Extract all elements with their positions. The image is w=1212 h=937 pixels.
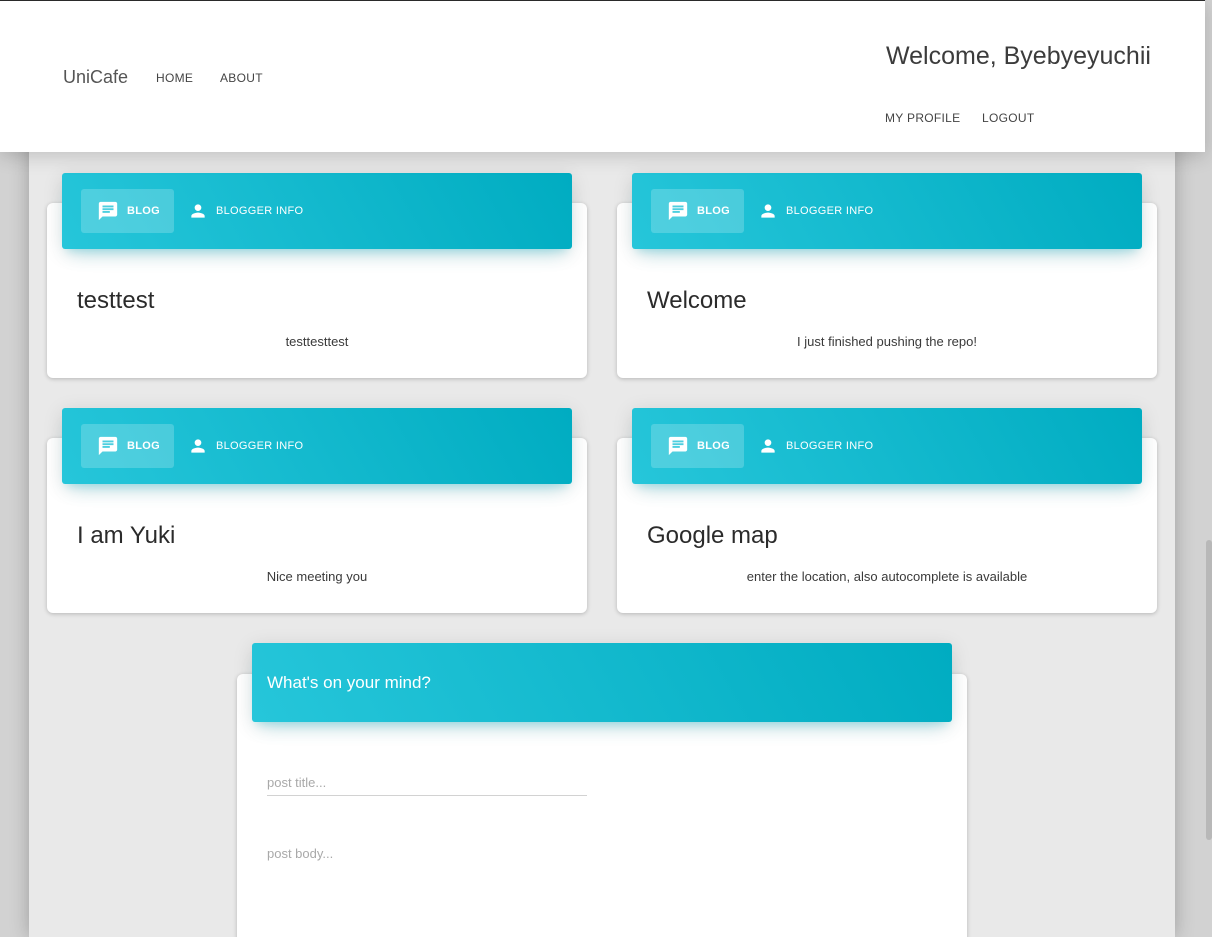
blog-card-header: BLOG BLOGGER INFO — [632, 408, 1142, 484]
tab-blogger-info-label: BLOGGER INFO — [786, 440, 874, 452]
welcome-message: Welcome, Byebyeyuchii — [886, 42, 1151, 70]
blog-title: testtest — [77, 287, 155, 314]
person-icon — [761, 439, 775, 453]
blog-card: BLOG BLOGGER INFO Google map enter the l… — [617, 408, 1157, 613]
tab-blog-label: BLOG — [697, 205, 730, 217]
nav-link-my-profile[interactable]: MY PROFILE — [885, 111, 960, 125]
blog-card-header: BLOG BLOGGER INFO — [62, 408, 572, 484]
person-icon — [191, 204, 205, 218]
nav-link-logout[interactable]: LOGOUT — [982, 111, 1034, 125]
blog-body: I just finished pushing the repo! — [797, 334, 977, 349]
person-icon — [191, 439, 205, 453]
navbar: UniCafe HOME ABOUT Welcome, Byebyeyuchii… — [0, 0, 1205, 152]
blog-body: testtesttest — [285, 334, 349, 349]
tab-blogger-info-label: BLOGGER INFO — [786, 205, 874, 217]
tab-blog[interactable]: BLOG — [651, 424, 744, 468]
blog-title: Welcome — [647, 287, 747, 314]
tab-blogger-info[interactable]: BLOGGER INFO — [172, 189, 317, 233]
new-post-card: What's on your mind? — [237, 643, 967, 937]
blog-card: BLOG BLOGGER INFO testtest testtesttest — [47, 173, 587, 378]
blog-card-header: BLOG BLOGGER INFO — [62, 173, 572, 249]
new-post-header: What's on your mind? — [252, 643, 952, 722]
post-body-input[interactable] — [267, 846, 937, 936]
tab-blog[interactable]: BLOG — [651, 189, 744, 233]
nav-link-about[interactable]: ABOUT — [220, 71, 263, 85]
blog-title: I am Yuki — [77, 522, 176, 549]
person-icon — [761, 204, 775, 218]
tab-blog[interactable]: BLOG — [81, 189, 174, 233]
tab-blogger-info-label: BLOGGER INFO — [216, 205, 304, 217]
chat-icon — [668, 201, 688, 221]
blog-title: Google map — [647, 522, 778, 549]
brand-logo[interactable]: UniCafe — [63, 67, 128, 88]
tab-blogger-info[interactable]: BLOGGER INFO — [172, 424, 317, 468]
blog-body: Nice meeting you — [266, 569, 368, 584]
blog-card-header: BLOG BLOGGER INFO — [632, 173, 1142, 249]
tab-blog-label: BLOG — [127, 440, 160, 452]
nav-link-home[interactable]: HOME — [156, 71, 193, 85]
tab-blogger-info[interactable]: BLOGGER INFO — [742, 424, 887, 468]
tab-blog-label: BLOG — [127, 205, 160, 217]
tab-blog-label: BLOG — [697, 440, 730, 452]
post-title-input[interactable] — [267, 770, 587, 796]
new-post-heading: What's on your mind? — [267, 673, 431, 692]
blog-body: enter the location, also autocomplete is… — [746, 569, 1028, 584]
chat-icon — [668, 436, 688, 456]
tab-blog[interactable]: BLOG — [81, 424, 174, 468]
blog-card: BLOG BLOGGER INFO I am Yuki Nice meeting… — [47, 408, 587, 613]
blog-card: BLOG BLOGGER INFO Welcome I just finishe… — [617, 173, 1157, 378]
tab-blogger-info[interactable]: BLOGGER INFO — [742, 189, 887, 233]
chat-icon — [98, 436, 118, 456]
scrollbar-thumb[interactable] — [1206, 540, 1212, 840]
tab-blogger-info-label: BLOGGER INFO — [216, 440, 304, 452]
chat-icon — [98, 201, 118, 221]
